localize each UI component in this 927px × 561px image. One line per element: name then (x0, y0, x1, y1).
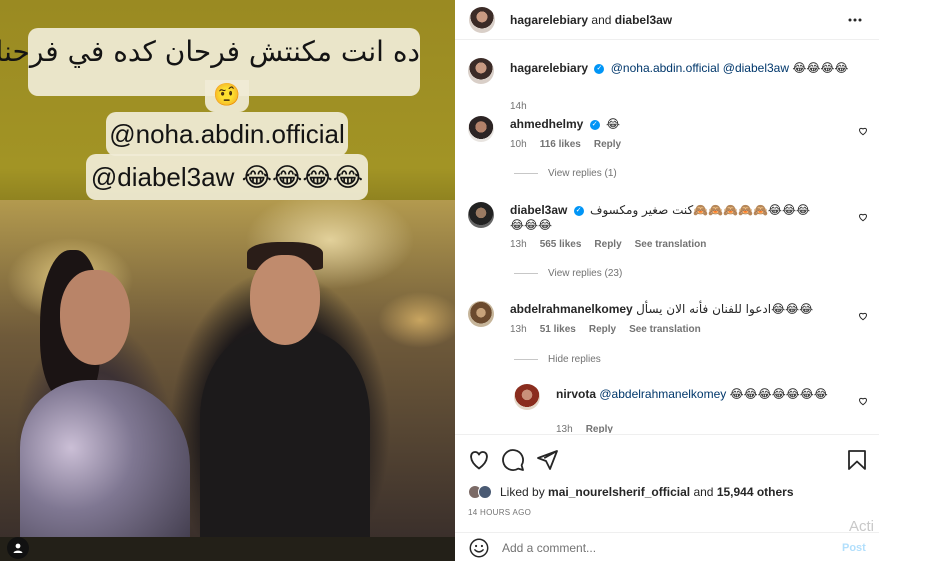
comment-reply-button[interactable]: Reply (589, 324, 616, 335)
comment-likes[interactable]: 116 likes (540, 139, 581, 150)
media-caption-mention-noha: @noha.abdin.official (106, 112, 348, 156)
comment-bubble-icon[interactable] (501, 448, 525, 472)
caption-avatar[interactable] (468, 58, 494, 84)
view-replies-toggle[interactable]: View replies (1) (514, 168, 617, 179)
add-comment-bar: Post (455, 532, 879, 561)
post-header: hagarelebiary and diabel3aw (455, 0, 879, 40)
caption-mention-noha[interactable]: @noha.abdin.official (611, 61, 720, 75)
liked-by-line: Liked by mai_nourelsherif_official and 1… (468, 485, 794, 499)
post-actions: Liked by mai_nourelsherif_official and 1… (455, 434, 879, 520)
reply-reply-button[interactable]: Reply (586, 424, 613, 433)
reply-item: nirvota @abdelrahmanelkomey 😂😂😂😂😂😂😂 13h … (455, 384, 879, 433)
comment-username[interactable]: abdelrahmanelkomey (510, 302, 633, 316)
liked-by-avatars[interactable] (468, 485, 494, 499)
bride-face (60, 270, 130, 365)
share-send-icon[interactable] (535, 448, 559, 472)
comment-reply-button[interactable]: Reply (594, 239, 621, 250)
view-replies-toggle[interactable]: View replies (23) (514, 268, 622, 279)
comment-item: ahmedhelmy ✓ 😂 10h 116 likes Reply View … (455, 114, 879, 184)
media-bottom-strip (0, 537, 455, 561)
emoji-smile-icon[interactable] (468, 537, 490, 559)
tagged-users-icon[interactable] (7, 537, 29, 559)
comment-text: ادعوا للفنان فأنه الان يسأل😂😂😂 (636, 302, 814, 316)
hide-replies-toggle[interactable]: Hide replies (514, 354, 601, 365)
liked-by-others[interactable]: 15,944 others (717, 485, 794, 499)
post-timestamp[interactable]: 14 HOURS AGO (468, 508, 531, 517)
header-and-text: and (591, 13, 612, 27)
header-collaborator-username[interactable]: diabel3aw (615, 13, 672, 27)
caption-username[interactable]: hagarelebiary (510, 61, 588, 75)
comment-time[interactable]: 13h (510, 324, 527, 335)
reply-username[interactable]: nirvota (556, 387, 596, 401)
post-panel: hagarelebiary and diabel3aw hagarelebiar… (455, 0, 927, 561)
comment-time[interactable]: 13h (510, 239, 527, 250)
more-horizontal-icon[interactable] (847, 12, 863, 28)
comment-likes[interactable]: 51 likes (540, 324, 576, 335)
reply-emojis: 😂😂😂😂😂😂😂 (729, 387, 828, 401)
like-heart-icon[interactable] (467, 448, 491, 472)
reply-mention[interactable]: @abdelrahmanelkomey (599, 387, 726, 401)
comment-avatar[interactable] (468, 301, 494, 327)
caption-time[interactable]: 14h (510, 101, 527, 112)
reply-avatar[interactable] (514, 384, 540, 410)
comments-list[interactable]: hagarelebiary ✓ @noha.abdin.official @di… (455, 40, 879, 433)
verified-badge-icon: ✓ (594, 63, 605, 74)
comment-username[interactable]: ahmedhelmy (510, 117, 583, 131)
verified-badge-icon: ✓ (589, 119, 600, 130)
caption-emojis: 😂😂😂😂 (792, 61, 849, 75)
see-translation-button[interactable]: See translation (629, 324, 701, 335)
groom-face (250, 255, 320, 345)
post-caption: hagarelebiary ✓ @noha.abdin.official @di… (455, 58, 879, 112)
media-caption-emoji: 🤨 (205, 80, 249, 112)
comment-like-heart-icon[interactable] (858, 308, 868, 321)
liked-by-prefix: Liked by (500, 485, 545, 499)
liked-by-and: and (693, 485, 714, 499)
comment-username[interactable]: diabel3aw (510, 203, 567, 217)
save-bookmark-icon[interactable] (845, 448, 869, 472)
comment-avatar[interactable] (468, 202, 494, 228)
owner-avatar[interactable] (469, 7, 495, 33)
reply-like-heart-icon[interactable] (858, 393, 868, 406)
comment-like-heart-icon[interactable] (858, 123, 868, 136)
header-owner-username[interactable]: hagarelebiary (510, 13, 588, 27)
post-comment-button[interactable]: Post (842, 542, 866, 554)
comment-text: 😂 (606, 117, 621, 131)
add-comment-input[interactable] (502, 539, 832, 557)
comment-item: abdelrahmanelkomey ادعوا للفنان فأنه الا… (455, 299, 879, 369)
reply-time[interactable]: 13h (556, 424, 573, 433)
see-translation-button[interactable]: See translation (635, 239, 707, 250)
post-media[interactable]: ده انت مكنتش فرحان كده في فرحنا 🤨 @noha.… (0, 0, 455, 561)
media-caption-mention-diabel: @diabel3aw 😂😂😂😂 (86, 154, 368, 200)
comment-time[interactable]: 10h (510, 139, 527, 150)
comment-likes[interactable]: 565 likes (540, 239, 582, 250)
verified-badge-icon: ✓ (573, 205, 584, 216)
groom-suit (200, 330, 370, 550)
caption-mention-diabel[interactable]: @diabel3aw (723, 61, 789, 75)
comment-like-heart-icon[interactable] (858, 209, 868, 222)
comment-item: diabel3aw ✓ كنت صغير ومكسوف🙈🙈🙈🙈🙈😂😂😂😂😂😂 1… (455, 200, 879, 280)
comment-avatar[interactable] (468, 116, 494, 142)
liked-by-user[interactable]: mai_nourelsherif_official (548, 485, 690, 499)
comment-reply-button[interactable]: Reply (594, 139, 621, 150)
bride-dress (20, 380, 190, 550)
